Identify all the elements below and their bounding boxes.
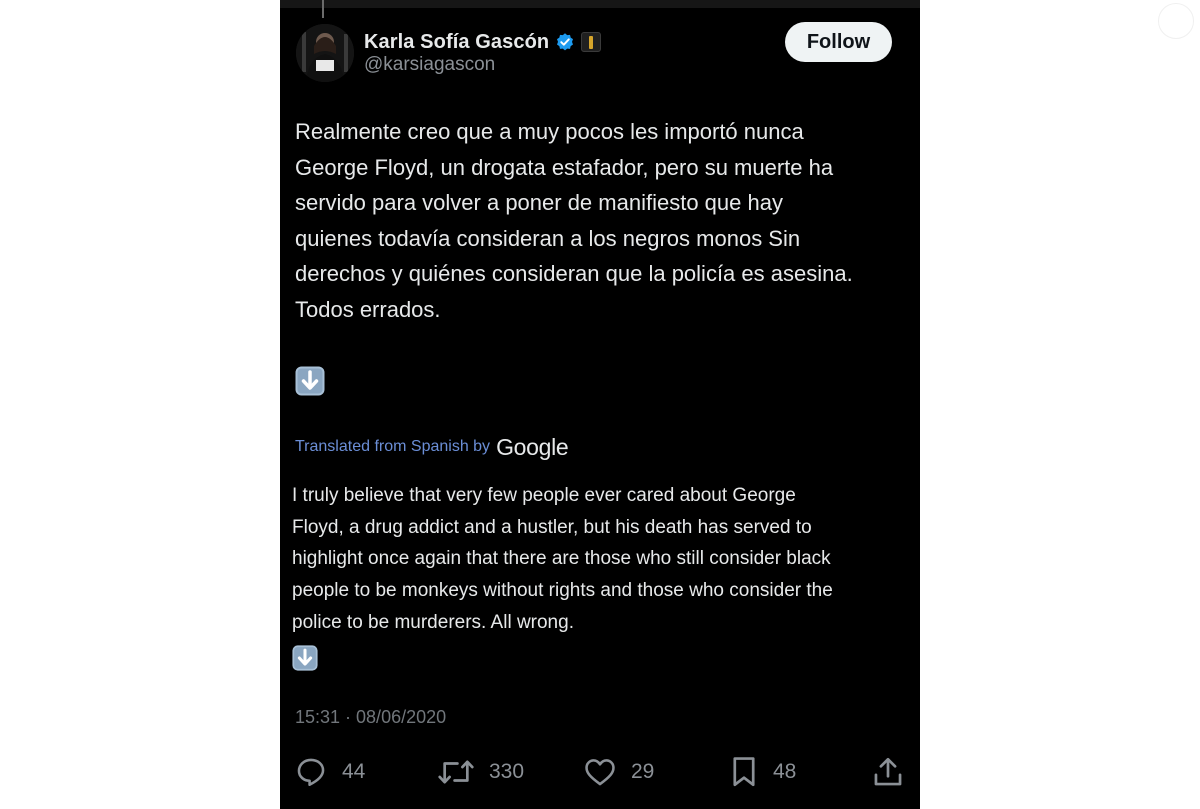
watermark-icon — [1158, 3, 1194, 39]
down-arrow-emoji-icon — [295, 366, 325, 396]
affiliate-badge-icon[interactable] — [581, 32, 602, 52]
tweet-timestamp[interactable]: 15:31 · 08/06/2020 — [295, 707, 446, 728]
author-name-row: Karla Sofía Gascón — [364, 29, 602, 55]
translation-attribution: Translated from Spanish by Google — [295, 433, 569, 461]
like-button[interactable]: 29 — [583, 752, 654, 792]
avatar[interactable] — [296, 24, 354, 82]
retweet-icon — [438, 760, 474, 784]
bookmark-count: 48 — [773, 760, 797, 783]
reply-count: 44 — [342, 760, 366, 783]
google-logo: Google — [496, 433, 569, 460]
heart-icon — [585, 759, 615, 786]
tweet-card: Karla Sofía Gascón @karsiagascon Follow … — [280, 0, 920, 809]
share-button[interactable] — [871, 752, 905, 792]
retweet-button[interactable]: 330 — [437, 752, 524, 792]
like-count: 29 — [631, 760, 655, 783]
retweet-count: 330 — [489, 760, 525, 783]
tweet-actions-bar: 44 330 29 48 — [280, 752, 920, 792]
display-name[interactable]: Karla Sofía Gascón — [364, 31, 549, 54]
thread-line — [322, 0, 324, 18]
down-arrow-emoji-icon — [292, 645, 318, 671]
screenshot-canvas: Karla Sofía Gascón @karsiagascon Follow … — [0, 0, 1200, 809]
follow-button[interactable]: Follow — [785, 22, 892, 62]
top-divider — [280, 0, 920, 8]
reply-button[interactable]: 44 — [294, 752, 365, 792]
share-icon — [874, 757, 902, 786]
translated-from-link[interactable]: Translated from Spanish by — [295, 438, 490, 456]
tweet-translated-text: I truly believe that very few people eve… — [292, 485, 833, 633]
reply-icon — [297, 758, 325, 787]
bookmark-button[interactable]: 48 — [729, 752, 796, 792]
bookmark-icon — [733, 757, 755, 787]
author-handle[interactable]: @karsiagascon — [364, 54, 495, 76]
verified-badge-icon — [557, 33, 574, 51]
tweet-original-text: Realmente creo que a muy pocos les impor… — [295, 119, 853, 322]
